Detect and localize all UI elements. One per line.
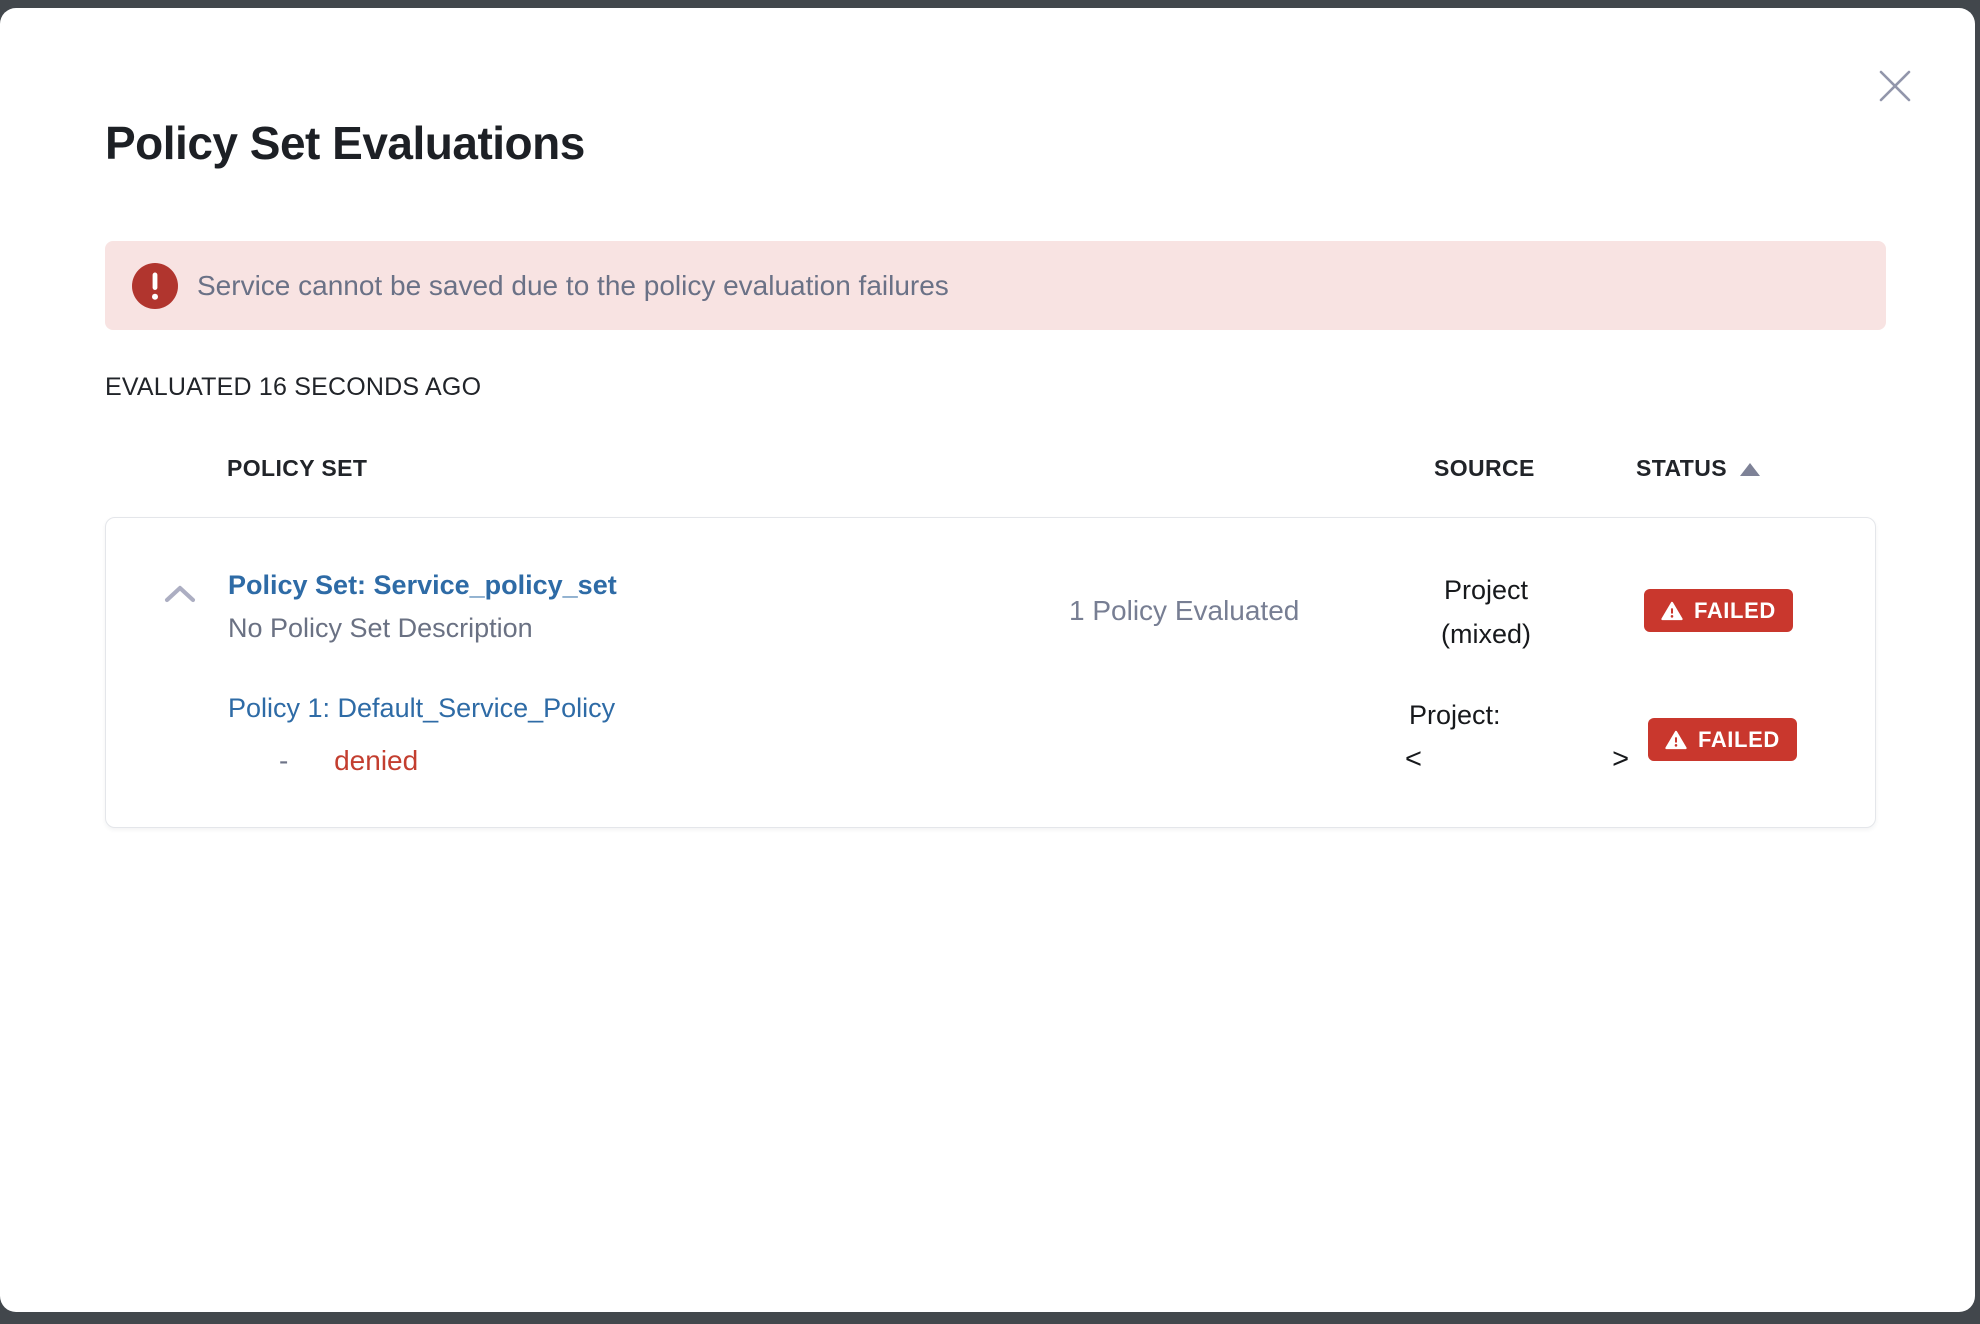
- sort-ascending-icon: [1740, 463, 1760, 476]
- policy-set-source-line1: Project: [1396, 568, 1576, 612]
- modal-title: Policy Set Evaluations: [105, 116, 585, 170]
- policy-result-prefix: -: [279, 745, 288, 776]
- policy-evaluations-modal: Policy Set Evaluations Service cannot be…: [0, 8, 1975, 1312]
- policy-source: Project: < >: [1405, 700, 1629, 776]
- status-badge-label: FAILED: [1698, 727, 1780, 753]
- column-header-status[interactable]: STATUS: [1636, 455, 1760, 482]
- policy-source-open-bracket: <: [1405, 743, 1422, 776]
- collapse-row-button[interactable]: [156, 580, 204, 610]
- error-icon: [132, 263, 178, 309]
- policy-set-description: No Policy Set Description: [228, 613, 533, 644]
- policy-set-source-line2: (mixed): [1396, 612, 1576, 656]
- error-banner: Service cannot be saved due to the polic…: [105, 241, 1886, 330]
- policy-result: denied: [334, 745, 418, 776]
- policy-link[interactable]: Policy 1: Default_Service_Policy: [228, 693, 615, 724]
- warning-triangle-icon: [1665, 729, 1687, 751]
- chevron-up-icon: [158, 581, 202, 607]
- error-banner-text: Service cannot be saved due to the polic…: [197, 270, 949, 302]
- close-button[interactable]: [1873, 64, 1917, 108]
- warning-triangle-icon: [1661, 600, 1683, 622]
- policy-result-line: - denied: [279, 745, 418, 777]
- close-icon: [1873, 64, 1917, 108]
- policies-evaluated-count: 1 Policy Evaluated: [1069, 595, 1299, 627]
- policy-source-close-bracket: >: [1612, 743, 1629, 776]
- status-badge-failed: FAILED: [1644, 589, 1793, 632]
- policy-set-link[interactable]: Policy Set: Service_policy_set: [228, 570, 617, 601]
- policy-source-line1: Project:: [1409, 700, 1629, 731]
- status-badge-label: FAILED: [1694, 598, 1776, 624]
- status-header-label: STATUS: [1636, 455, 1727, 482]
- column-header-source: SOURCE: [1434, 455, 1535, 482]
- evaluated-timestamp: EVALUATED 16 SECONDS AGO: [105, 373, 481, 402]
- status-badge-failed: FAILED: [1648, 718, 1797, 761]
- column-header-policy-set: POLICY SET: [227, 455, 367, 482]
- policy-set-evaluation-card: Policy Set: Service_policy_set No Policy…: [105, 517, 1876, 828]
- policy-source-line2: < >: [1405, 743, 1629, 776]
- policy-set-source: Project (mixed): [1396, 568, 1576, 656]
